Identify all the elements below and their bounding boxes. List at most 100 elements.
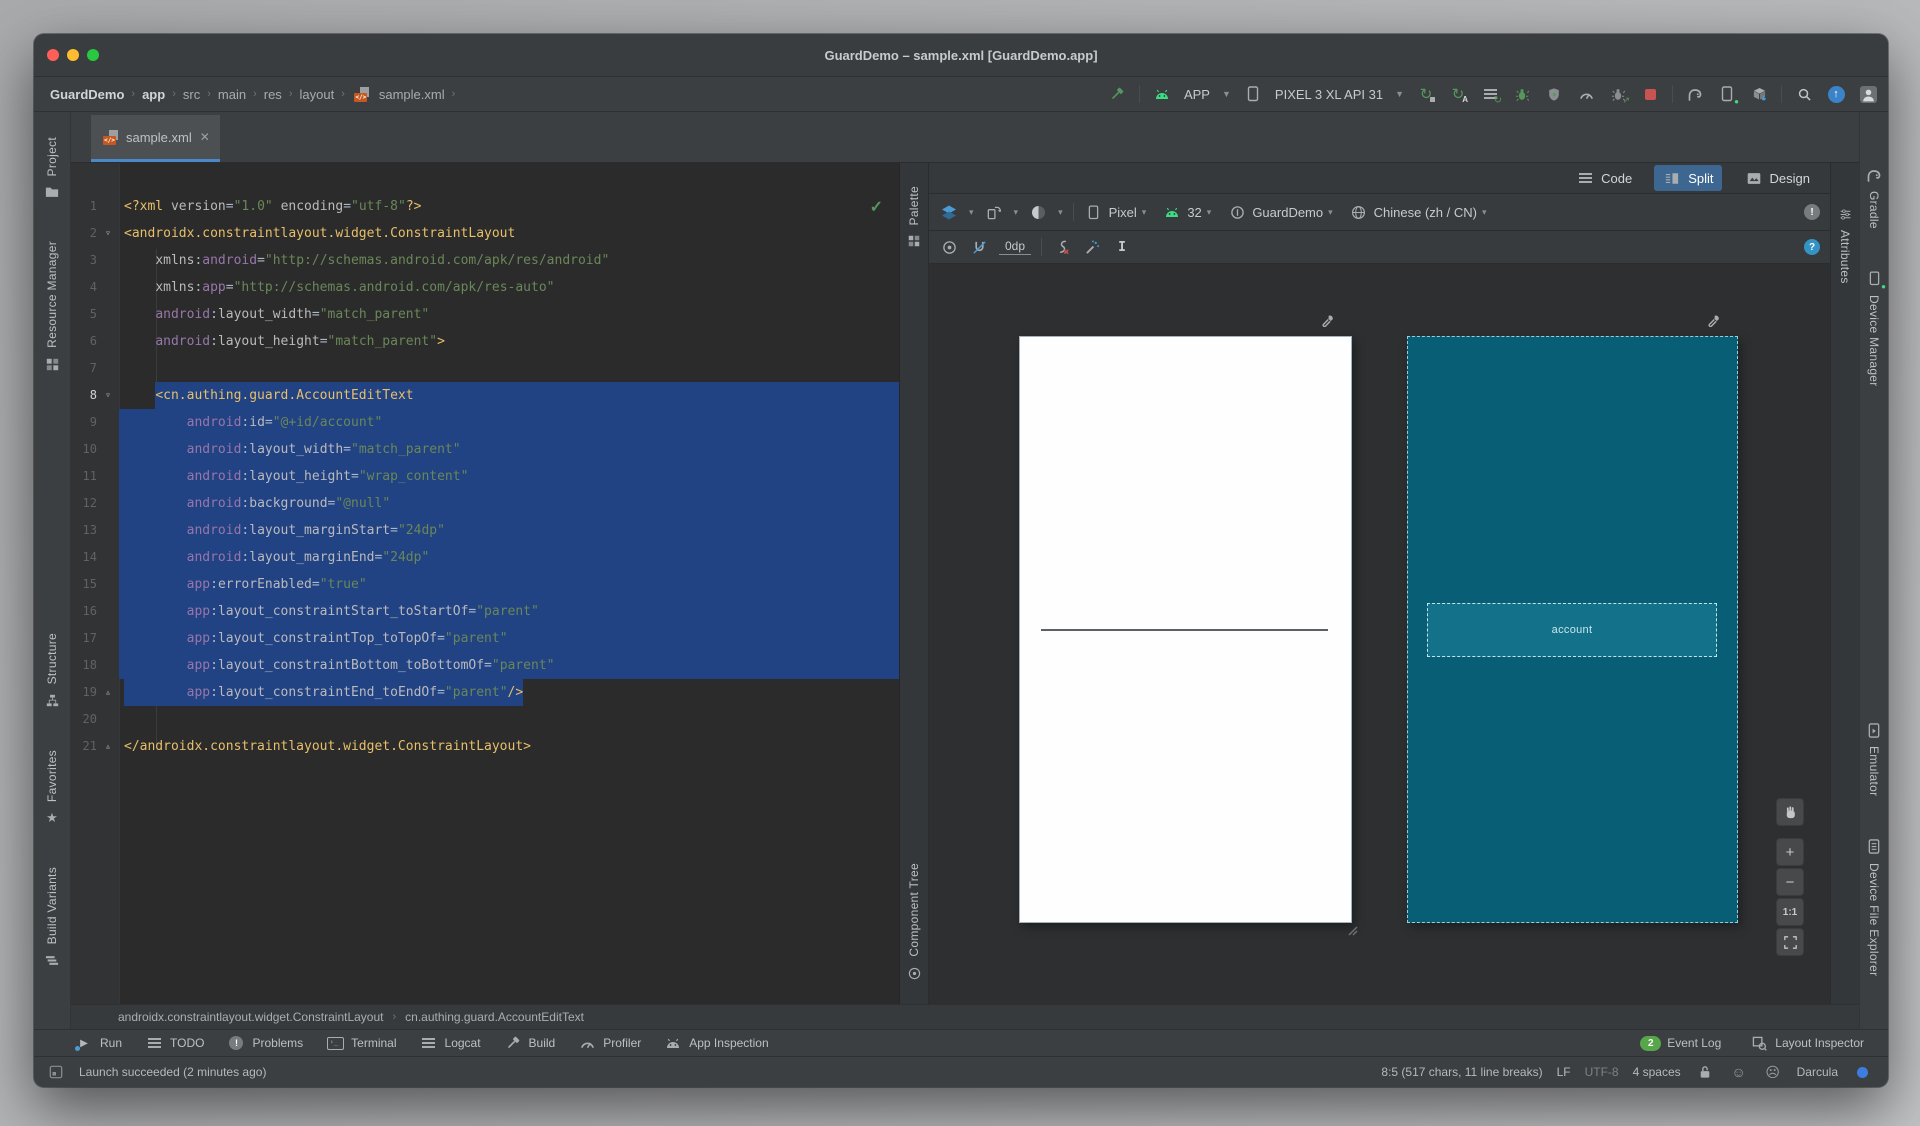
mode-tab-code[interactable]: Code (1567, 165, 1640, 191)
inspections-ok-icon[interactable]: ✓ (870, 197, 883, 217)
account-edittext-blueprint[interactable]: account (1427, 603, 1717, 657)
tool-window-button-terminal[interactable]: ›_Terminal (325, 1033, 396, 1053)
stripe-item-gradle[interactable]: Gradle (1864, 165, 1884, 229)
profile-low-overhead-icon[interactable]: ↗ (1608, 84, 1628, 104)
code-line-12[interactable]: 12 android:background="@null" (71, 490, 899, 517)
code-line-9[interactable]: 9 android:id="@+id/account" (71, 409, 899, 436)
design-tools-wrench-icon[interactable] (1321, 314, 1335, 328)
stop-icon[interactable] (1640, 84, 1660, 104)
device-manager-icon[interactable]: ● (1717, 84, 1737, 104)
stripe-item-build-variants[interactable]: Build Variants (42, 867, 62, 970)
issue-panel-icon[interactable]: ! (1804, 204, 1820, 220)
stripe-item-project[interactable]: Project (42, 137, 62, 202)
code-line-6[interactable]: 6 android:layout_height="match_parent"> (71, 328, 899, 355)
breadcrumb-item-main[interactable]: main (218, 87, 246, 102)
breadcrumb-item-sample-xml[interactable]: sample.xml (379, 87, 445, 102)
stripe-item-favorites[interactable]: Favorites★ (42, 750, 62, 828)
theme-select[interactable]: GuardDemo▾ (1227, 202, 1332, 222)
search-icon[interactable] (1794, 84, 1814, 104)
stripe-item-device-file-explorer[interactable]: Device File Explorer (1864, 837, 1884, 976)
fold-marker-icon[interactable]: ▿ (97, 220, 119, 247)
close-tab-icon[interactable]: ✕ (200, 130, 210, 144)
debug-icon[interactable] (1512, 84, 1532, 104)
code-line-21[interactable]: 21▵</androidx.constraintlayout.widget.Co… (71, 733, 899, 760)
view-options-icon[interactable] (939, 237, 959, 257)
sad-face-icon[interactable]: ☹ (1763, 1062, 1783, 1082)
default-margins-button[interactable]: 0dp (999, 239, 1031, 255)
status-item-8-5-517-chars-11-line-br[interactable]: 8:5 (517 chars, 11 line breaks) (1381, 1065, 1542, 1079)
code-line-19[interactable]: 19▵ app:layout_constraintEnd_toEndOf="pa… (71, 679, 899, 706)
code-line-3[interactable]: 3 xmlns:android="http://schemas.android.… (71, 247, 899, 274)
code-line-4[interactable]: 4 xmlns:app="http://schemas.android.com/… (71, 274, 899, 301)
code-line-7[interactable]: 7 (71, 355, 899, 382)
tool-window-button-profiler[interactable]: Profiler (577, 1033, 641, 1053)
minimize-window-icon[interactable] (67, 49, 79, 61)
attach-debugger-icon[interactable] (1544, 84, 1564, 104)
tool-window-button-build[interactable]: Build (503, 1033, 556, 1053)
component-tree-tab[interactable]: Component Tree (904, 863, 924, 983)
stripe-item-device-manager[interactable]: ●Device Manager (1864, 269, 1884, 387)
code-line-15[interactable]: 15 app:errorEnabled="true" (71, 571, 899, 598)
happy-face-icon[interactable]: ☺ (1729, 1062, 1749, 1082)
code-line-1[interactable]: 1<?xml version="1.0" encoding="utf-8"?> (71, 193, 899, 220)
fold-marker-icon[interactable]: ▵ (97, 733, 119, 760)
run-restart-icon[interactable]: ↻ (1416, 84, 1436, 104)
device-select[interactable]: PIXEL 3 XL API 31 (1275, 87, 1383, 102)
stripe-item-emulator[interactable]: Emulator (1864, 720, 1884, 796)
breadcrumb-constraintlayout[interactable]: androidx.constraintlayout.widget.Constra… (118, 1010, 384, 1024)
clear-constraints-icon[interactable] (1052, 237, 1072, 257)
code-line-2[interactable]: 2▿<androidx.constraintlayout.widget.Cons… (71, 220, 899, 247)
ide-update-icon[interactable]: ↑ (1826, 84, 1846, 104)
status-item-darcula[interactable]: Darcula (1797, 1065, 1838, 1079)
breadcrumb-accountedittext[interactable]: cn.authing.guard.AccountEditText (405, 1010, 584, 1024)
canvas-resize-handle[interactable] (1344, 922, 1358, 941)
gradle-sync-icon[interactable] (1685, 84, 1705, 104)
infer-constraints-icon[interactable] (1082, 237, 1102, 257)
zoom-out-icon[interactable]: − (1776, 868, 1804, 896)
guidelines-icon[interactable]: I (1112, 237, 1132, 257)
design-preview-device[interactable] (1019, 336, 1352, 923)
apply-code-changes-icon[interactable]: ↻A (1448, 84, 1468, 104)
stripe-item-structure[interactable]: Structure (42, 633, 62, 710)
code-editor[interactable]: 1<?xml version="1.0" encoding="utf-8"?>2… (71, 163, 899, 1004)
breadcrumb-item-layout[interactable]: layout (299, 87, 334, 102)
pan-hand-icon[interactable] (1776, 798, 1804, 826)
tool-window-button-todo[interactable]: TODO (144, 1033, 204, 1053)
code-line-18[interactable]: 18 app:layout_constraintBottom_toBottomO… (71, 652, 899, 679)
device-select[interactable]: Pixel▾ (1084, 202, 1147, 222)
profiler-icon[interactable] (1576, 84, 1596, 104)
orientation-icon[interactable] (984, 202, 1004, 222)
zoom-actual-size-button[interactable]: 1:1 (1776, 898, 1804, 926)
sdk-manager-icon[interactable] (1749, 84, 1769, 104)
close-window-icon[interactable] (47, 49, 59, 61)
blueprint-tools-wrench-icon[interactable] (1707, 314, 1721, 328)
code-line-16[interactable]: 16 app:layout_constraintStart_toStartOf=… (71, 598, 899, 625)
code-line-8[interactable]: 8▿ <cn.authing.guard.AccountEditText (71, 382, 899, 409)
code-line-10[interactable]: 10 android:layout_width="match_parent" (71, 436, 899, 463)
code-line-13[interactable]: 13 android:layout_marginStart="24dp" (71, 517, 899, 544)
tool-window-button-layout-inspector[interactable]: Layout Inspector (1749, 1033, 1864, 1053)
tool-window-button-logcat[interactable]: Logcat (419, 1033, 481, 1053)
rerun-tasks-icon[interactable]: ↻ (1480, 84, 1500, 104)
mode-tab-design[interactable]: Design (1736, 165, 1818, 191)
palette-tab[interactable]: Palette (904, 186, 924, 251)
fullscreen-window-icon[interactable] (87, 49, 99, 61)
code-line-11[interactable]: 11 android:layout_height="wrap_content" (71, 463, 899, 490)
zoom-to-fit-icon[interactable] (1776, 928, 1804, 956)
autoconnect-icon[interactable] (969, 237, 989, 257)
stripe-item-resource-manager[interactable]: Resource Manager (42, 241, 62, 374)
fold-marker-icon[interactable]: ▿ (97, 382, 119, 409)
zoom-in-icon[interactable]: + (1776, 838, 1804, 866)
mode-tab-split[interactable]: Split (1654, 165, 1721, 191)
blueprint-preview-device[interactable]: account (1407, 336, 1738, 923)
breadcrumb-item-src[interactable]: src (183, 87, 200, 102)
status-item-lf[interactable]: LF (1557, 1065, 1571, 1079)
lock-icon[interactable] (1695, 1062, 1715, 1082)
code-line-20[interactable]: 20 (71, 706, 899, 733)
night-mode-icon[interactable] (1028, 202, 1048, 222)
design-canvas[interactable]: account + − 1:1 (929, 264, 1830, 1004)
help-icon[interactable]: ? (1804, 239, 1820, 255)
tool-window-button-app-inspection[interactable]: App Inspection (663, 1033, 768, 1053)
breadcrumb-item-res[interactable]: res (264, 87, 282, 102)
make-hammer-icon[interactable] (1107, 84, 1127, 104)
